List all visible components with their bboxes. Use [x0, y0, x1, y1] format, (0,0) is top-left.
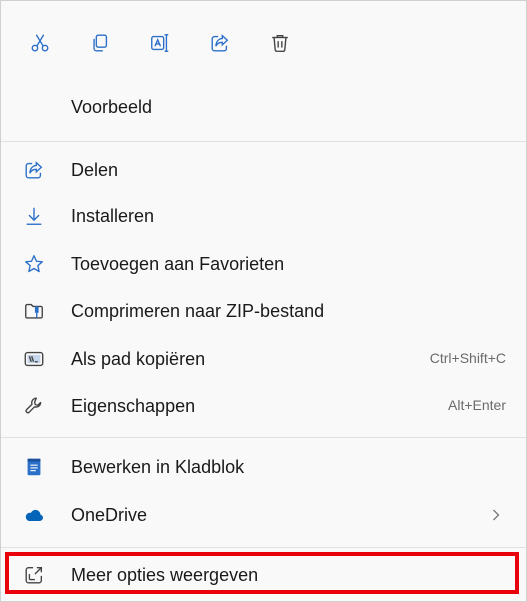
menu-item-install[interactable]: Installeren [13, 194, 516, 238]
menu-item-label: Toevoegen aan Favorieten [71, 254, 285, 274]
menu-item-label: Bewerken in Kladblok [71, 457, 245, 477]
cut-button[interactable] [22, 25, 58, 61]
onedrive-cloud-icon [23, 504, 45, 526]
menu-item-label: Comprimeren naar ZIP-bestand [71, 301, 325, 321]
menu-item-label: Delen [71, 160, 119, 180]
divider [1, 547, 526, 548]
menu-item-share[interactable]: Delen [13, 148, 516, 192]
wrench-icon [23, 395, 45, 417]
menu-item-label: Meer opties weergeven [71, 565, 259, 585]
share-button[interactable] [202, 25, 238, 61]
shortcut-label: Alt+Enter [448, 397, 506, 413]
menu-item-compress-zip[interactable]: Comprimeren naar ZIP-bestand [13, 289, 516, 333]
zip-folder-icon [23, 300, 45, 322]
menu-item-onedrive[interactable]: OneDrive [13, 493, 516, 537]
delete-icon [272, 34, 288, 52]
menu-item-label: Voorbeeld [71, 97, 153, 117]
shortcut-label: Ctrl+Shift+C [429, 350, 506, 366]
download-icon [23, 205, 45, 227]
context-menu-toolbar [1, 1, 526, 83]
cut-icon [31, 34, 49, 52]
menu-item-show-more-options[interactable]: Meer opties weergeven [13, 553, 516, 597]
menu-item-add-favorites[interactable]: Toevoegen aan Favorieten [13, 242, 516, 286]
copy-path-icon [23, 348, 45, 370]
menu-item-label: Als pad kopiëren [71, 349, 206, 369]
notepad-icon [23, 456, 45, 478]
menu-item-properties[interactable]: Eigenschappen Alt+Enter [13, 384, 516, 428]
menu-item-copy-as-path[interactable]: Als pad kopiëren Ctrl+Shift+C [13, 337, 516, 381]
delete-button[interactable] [262, 25, 298, 61]
chevron-right-icon [493, 509, 500, 521]
copy-icon [93, 34, 108, 52]
rename-button[interactable] [142, 25, 178, 61]
share-icon [211, 34, 229, 52]
divider [1, 437, 526, 438]
menu-item-preview[interactable]: Voorbeeld [13, 85, 516, 129]
copy-button[interactable] [82, 25, 118, 61]
star-icon [23, 253, 45, 275]
menu-item-label: Installeren [71, 206, 155, 226]
show-more-options-icon [23, 564, 45, 586]
menu-item-edit-notepad[interactable]: Bewerken in Kladblok [13, 445, 516, 489]
share-icon [23, 159, 45, 181]
menu-item-label: Eigenschappen [71, 396, 196, 416]
divider [1, 141, 526, 142]
context-menu: Voorbeeld Delen Installeren Toevoegen aa… [0, 0, 527, 602]
rename-icon [151, 34, 169, 52]
menu-item-label: OneDrive [71, 505, 148, 525]
